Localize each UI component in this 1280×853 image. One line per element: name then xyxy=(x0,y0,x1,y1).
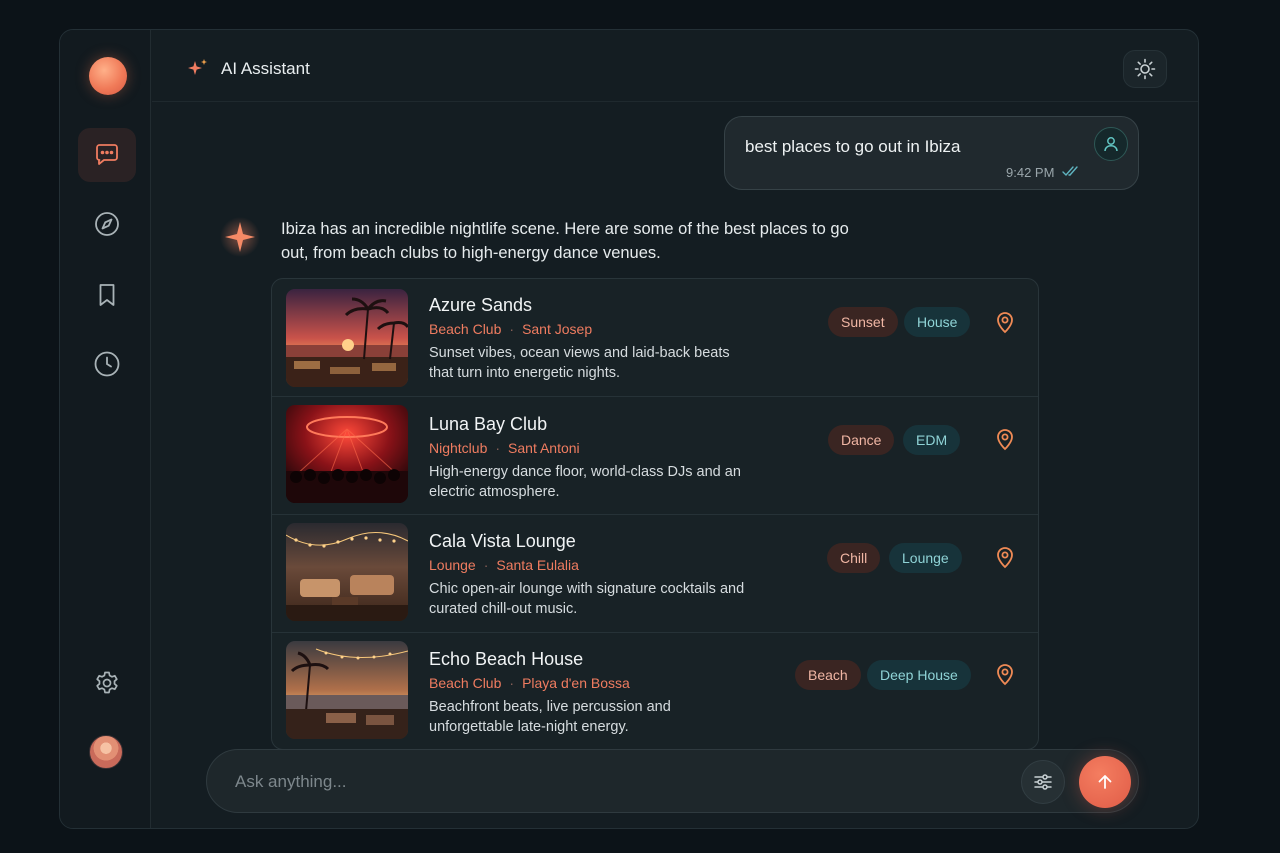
user-message-text: best places to go out in Ibiza xyxy=(745,137,961,156)
sliders-icon xyxy=(1034,774,1052,790)
venue-description: Beachfront beats, live percussion and un… xyxy=(429,699,671,735)
user-icon xyxy=(1104,137,1118,152)
venue-row[interactable]: Azure Sands Beach Club · Sant Josep Sunset… xyxy=(272,279,1038,397)
tag-chip[interactable]: Chill xyxy=(827,543,881,573)
header: AI Assistant xyxy=(152,30,1198,102)
venue-results-card: Azure Sands Beach Club · Sant Josep Sunset… xyxy=(271,278,1039,750)
message-composer xyxy=(206,749,1139,813)
user-message-bubble: best places to go out in Ibiza 9:42 PM xyxy=(724,116,1139,190)
tag-chip[interactable]: Lounge xyxy=(889,543,962,573)
filters-button[interactable] xyxy=(1021,760,1065,804)
venue-type: Beach Club xyxy=(429,321,502,337)
nav-explore-button[interactable] xyxy=(78,197,136,251)
nav-chat-button[interactable] xyxy=(78,128,136,182)
app-window: AI Assistant best places to go out in Ib… xyxy=(59,29,1199,829)
theme-toggle-button[interactable] xyxy=(1123,50,1167,88)
user-profile-avatar[interactable] xyxy=(89,735,123,769)
venue-meta: Lounge · Santa Eulalia xyxy=(429,557,579,573)
venue-meta: Beach Club · Playa d'en Bossa xyxy=(429,675,630,691)
send-button[interactable] xyxy=(1079,756,1131,808)
map-pin-icon[interactable] xyxy=(994,427,1016,451)
settings-button[interactable] xyxy=(78,656,136,710)
message-input[interactable] xyxy=(235,770,995,794)
venue-thumbnail xyxy=(286,641,408,739)
sparkle-icon xyxy=(188,59,207,75)
venue-row[interactable]: Cala Vista Lounge Lounge · Santa Eulalia C… xyxy=(272,515,1038,633)
tag-chip[interactable]: Deep House xyxy=(867,660,971,690)
message-timestamp: 9:42 PM xyxy=(1006,165,1055,180)
nav-saved-button[interactable] xyxy=(78,268,136,322)
venue-name: Echo Beach House xyxy=(429,649,584,669)
logo-orb xyxy=(89,57,127,95)
venue-description: Chic open-air lounge with signature cock… xyxy=(429,581,745,617)
map-pin-icon[interactable] xyxy=(994,545,1016,569)
assistant-sparkle-icon xyxy=(220,217,260,257)
tag-chip[interactable]: Sunset xyxy=(828,307,898,337)
tag-chip[interactable]: Beach xyxy=(795,660,861,690)
venue-location: Sant Antoni xyxy=(508,440,580,456)
tag-chip[interactable]: EDM xyxy=(903,425,961,455)
venue-description: Sunset vibes, ocean views and laid-back … xyxy=(429,345,730,381)
venue-name: Azure Sands xyxy=(429,295,533,315)
venue-location: Playa d'en Bossa xyxy=(522,675,630,691)
sun-icon xyxy=(1134,58,1156,80)
sidebar xyxy=(60,30,151,828)
double-check-icon xyxy=(1062,166,1078,177)
bookmark-icon xyxy=(99,284,115,306)
venue-name: Luna Bay Club xyxy=(429,414,548,434)
clock-icon xyxy=(94,351,120,377)
venue-row[interactable]: Luna Bay Club Nightclub · Sant Antoni High… xyxy=(272,397,1038,515)
assistant-message-text: Ibiza has an incredible nightlife scene.… xyxy=(281,220,849,262)
venue-name: Cala Vista Lounge xyxy=(429,531,576,551)
compass-icon xyxy=(95,212,119,236)
venue-thumbnail xyxy=(286,523,408,621)
venue-thumbnail xyxy=(286,289,408,387)
gear-icon xyxy=(96,671,118,694)
map-pin-icon[interactable] xyxy=(994,310,1016,334)
venue-type: Lounge xyxy=(429,557,476,573)
nav-history-button[interactable] xyxy=(78,337,136,391)
arrow-up-icon xyxy=(1098,775,1112,789)
venue-location: Santa Eulalia xyxy=(496,557,579,573)
chat-icon xyxy=(96,144,118,165)
tag-chip[interactable]: House xyxy=(904,307,971,337)
venue-meta: Nightclub · Sant Antoni xyxy=(429,440,580,456)
page-title: AI Assistant xyxy=(221,59,310,78)
venue-thumbnail xyxy=(286,405,408,503)
map-pin-icon[interactable] xyxy=(994,662,1016,686)
venue-type: Beach Club xyxy=(429,675,502,691)
venue-row[interactable]: Echo Beach House Beach Club · Playa d'en B… xyxy=(272,633,1038,749)
venue-type: Nightclub xyxy=(429,440,488,456)
tag-chip[interactable]: Dance xyxy=(828,425,895,455)
venue-location: Sant Josep xyxy=(522,321,593,337)
venue-meta: Beach Club · Sant Josep xyxy=(429,321,593,337)
venue-description: High-energy dance floor, world-class DJs… xyxy=(429,464,741,500)
user-avatar xyxy=(1094,127,1128,161)
